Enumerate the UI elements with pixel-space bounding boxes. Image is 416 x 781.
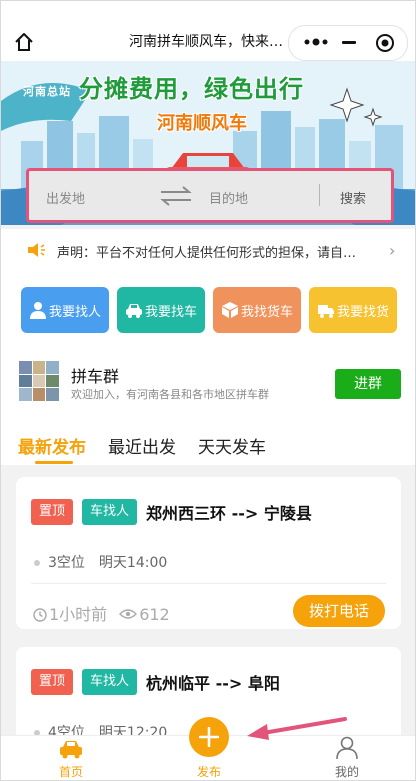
post-seats: 4空位 xyxy=(48,725,85,735)
find-car-label: 我要找车 xyxy=(145,305,198,320)
banner-city-label: 河南总站 xyxy=(23,85,71,98)
route-search-box: 出发地 目的地 搜索 xyxy=(26,168,394,223)
page-title: 河南拼车顺风车，快来加入拼车群吧！ xyxy=(129,34,289,50)
post-view-count: 612 xyxy=(139,605,170,624)
plus-icon xyxy=(199,727,219,747)
pinned-tag: 置顶 xyxy=(31,669,74,695)
join-group-button[interactable]: 进群 xyxy=(335,369,401,399)
active-tab-indicator xyxy=(35,461,73,464)
find-cargo-label: 我要找货 xyxy=(337,305,390,320)
post-meta: 4空位 明天12:20 xyxy=(34,722,167,735)
departure-input[interactable]: 出发地 xyxy=(46,188,85,207)
banner-subheadline: 河南顺风车 xyxy=(157,113,247,134)
post-card[interactable]: 置顶 车找人 郑州西三环 --> 宁陵县 3空位 明天14:00 1小时前 612… xyxy=(16,477,401,629)
minimize-icon[interactable] xyxy=(342,41,356,44)
nav-home[interactable]: 首页 xyxy=(31,736,111,780)
find-truck-button[interactable]: 我找货车 xyxy=(213,287,301,333)
close-icon[interactable] xyxy=(375,33,395,53)
tab-daily-departure[interactable]: 天天发车 xyxy=(198,433,266,458)
find-passenger-label: 我要找人 xyxy=(49,305,102,320)
truck-icon xyxy=(318,305,334,318)
notice-text: 声明：平台不对任何人提供任何形式的担保，请自行核实 xyxy=(57,246,357,261)
find-truck-label: 我找货车 xyxy=(241,305,294,320)
bullet-dot xyxy=(34,560,40,566)
mini-program-capsule xyxy=(288,25,408,61)
search-button[interactable]: 搜索 xyxy=(340,188,366,207)
annotation-arrow-icon xyxy=(247,717,347,740)
group-name: 拼车群 xyxy=(71,367,120,386)
carpool-group-row[interactable]: 拼车群 欢迎加入，有河南各县和各市地区拼车群 进群 xyxy=(1,349,415,415)
nav-mine-label: 我的 xyxy=(334,765,359,779)
call-button[interactable]: 拨打电话 xyxy=(293,595,385,627)
post-departure-time: 明天14:00 xyxy=(98,555,168,571)
box-icon xyxy=(222,302,238,318)
publish-button[interactable] xyxy=(189,717,229,757)
post-departure-time: 明天12:20 xyxy=(98,725,168,735)
clock-icon xyxy=(33,608,47,622)
group-avatar xyxy=(19,361,59,401)
post-list: 置顶 车找人 郑州西三环 --> 宁陵县 3空位 明天14:00 1小时前 612… xyxy=(1,465,415,735)
eye-icon xyxy=(119,609,138,619)
chevron-right-icon: › xyxy=(389,241,396,260)
post-seats: 3空位 xyxy=(48,555,85,571)
banner-headline: 分摊费用，绿色出行 xyxy=(79,75,304,103)
find-cargo-button[interactable]: 我要找货 xyxy=(309,287,397,333)
nav-home-label: 首页 xyxy=(58,765,83,779)
post-route: 杭州临平 --> 阜阳 xyxy=(146,674,280,693)
search-divider xyxy=(319,184,320,206)
car-icon xyxy=(60,741,82,759)
post-type-tag: 车找人 xyxy=(82,669,138,695)
notice-bar[interactable]: 声明：平台不对任何人提供任何形式的担保，请自行核实 › xyxy=(1,229,415,273)
top-bar: 河南拼车顺风车，快来加入拼车群吧！ xyxy=(1,1,415,61)
find-passenger-button[interactable]: 我要找人 xyxy=(21,287,109,333)
post-meta: 3空位 明天14:00 xyxy=(34,552,167,572)
more-icon[interactable] xyxy=(303,34,329,50)
home-icon[interactable] xyxy=(13,31,35,53)
pinned-tag: 置顶 xyxy=(31,499,74,525)
tab-recent-departure[interactable]: 最近出发 xyxy=(108,433,176,458)
post-time-ago: 1小时前 xyxy=(49,605,108,624)
card-divider xyxy=(31,583,386,584)
post-tabs: 最新发布 最近出发 天天发车 xyxy=(1,415,415,465)
find-car-button[interactable]: 我要找车 xyxy=(117,287,205,333)
app-frame: 河南拼车顺风车，快来加入拼车群吧！ xyxy=(0,0,416,781)
post-footer: 1小时前 612 xyxy=(33,601,170,625)
post-type-tag: 车找人 xyxy=(82,499,138,525)
post-route: 郑州西三环 --> 宁陵县 xyxy=(146,504,312,523)
destination-input[interactable]: 目的地 xyxy=(209,188,248,207)
person-icon xyxy=(30,302,46,319)
speaker-icon xyxy=(28,243,45,257)
tab-latest[interactable]: 最新发布 xyxy=(18,433,86,458)
group-description: 欢迎加入，有河南各县和各市地区拼车群 xyxy=(71,388,269,401)
swap-icon[interactable] xyxy=(159,185,193,207)
quick-actions: 我要找人 我要找车 我找货车 我要找货 xyxy=(1,273,415,349)
car-icon xyxy=(126,304,142,318)
nav-publish-label: 发布 xyxy=(196,765,221,779)
